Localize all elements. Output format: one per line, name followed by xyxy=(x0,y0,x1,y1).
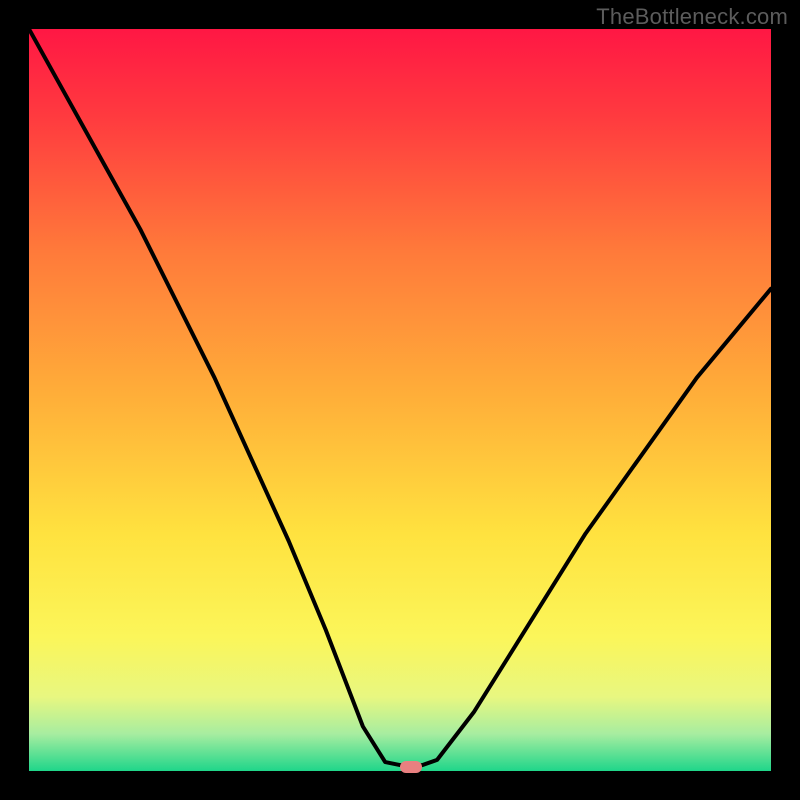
chart-container: TheBottleneck.com xyxy=(0,0,800,800)
bottleneck-curve xyxy=(29,29,771,771)
attribution-text: TheBottleneck.com xyxy=(596,4,788,30)
plot-area xyxy=(29,29,771,771)
selection-marker xyxy=(400,761,422,773)
